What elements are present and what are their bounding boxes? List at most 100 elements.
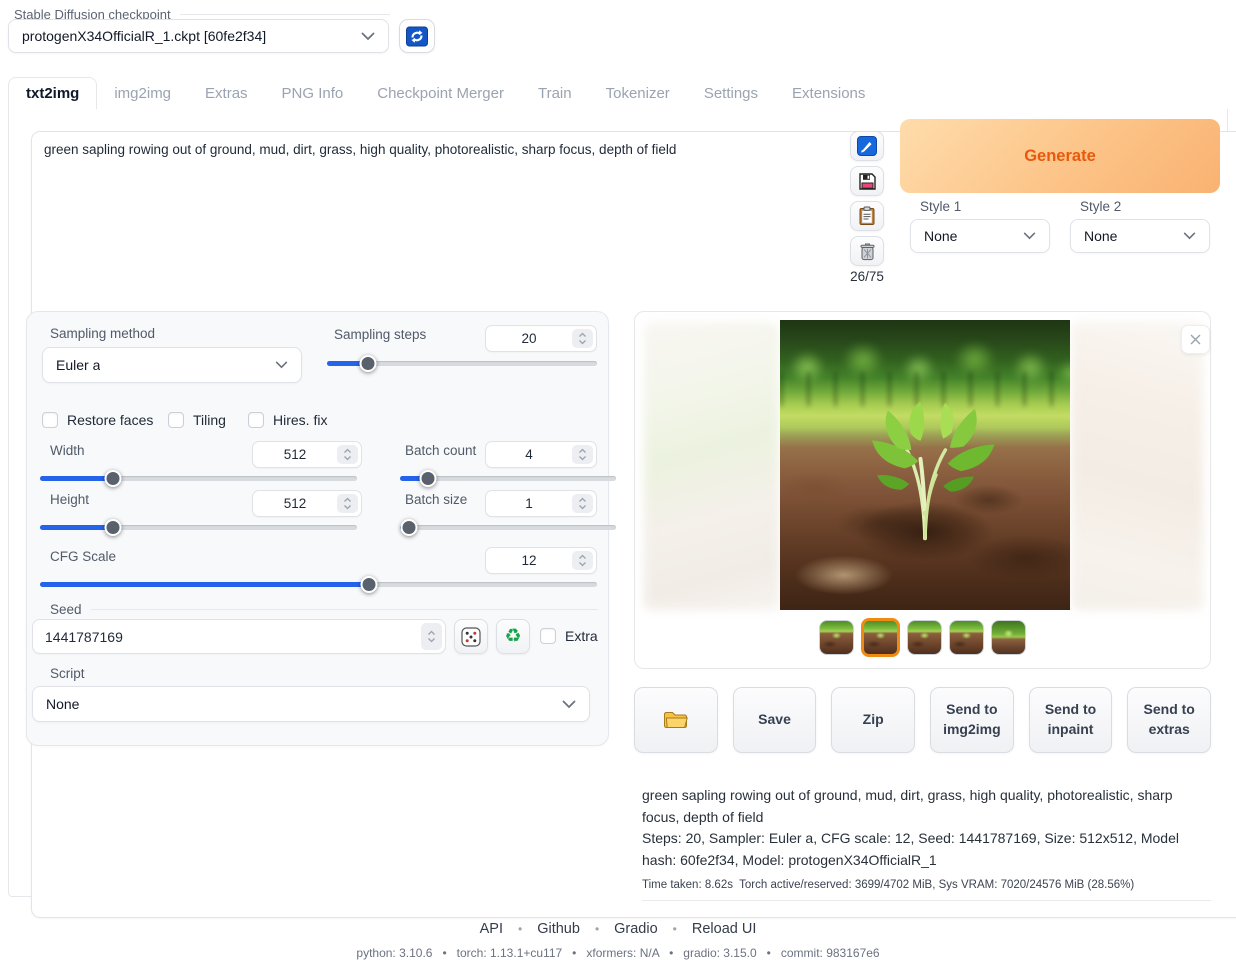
seed-label-row: Seed [50,602,598,617]
paste-generation-params-button[interactable] [850,131,884,161]
generated-image[interactable] [780,320,1070,610]
clear-prompt-button[interactable] [850,236,884,266]
slider-thumb[interactable] [104,519,121,536]
style1-dropdown[interactable]: None [910,219,1050,253]
height-input-box [252,490,362,517]
slider-thumb[interactable] [359,355,376,372]
hires-fix-checkbox-item[interactable]: Hires. fix [248,412,327,428]
sampling-steps-input-box [485,325,597,352]
thumbnail-5[interactable] [991,620,1026,655]
chevron-down-icon [1023,232,1036,240]
thumbnail-3[interactable] [907,620,942,655]
send-to-extras-button[interactable]: Send to extras [1127,687,1211,753]
tab-txt2img[interactable]: txt2img [8,77,97,111]
restore-faces-checkbox[interactable] [42,412,58,428]
footer-link-gradio[interactable]: Gradio [614,921,658,937]
thumbnail-4[interactable] [949,620,984,655]
footer-link-api[interactable]: API [480,921,503,937]
slider-thumb[interactable] [104,470,121,487]
seed-spinner[interactable] [421,623,442,650]
spinner-up-icon [427,630,436,636]
zip-button[interactable]: Zip [831,687,915,753]
tiling-checkbox-item[interactable]: Tiling [168,412,226,428]
reuse-seed-button[interactable]: ♻ [496,619,530,654]
tab-train[interactable]: Train [521,78,589,110]
style2-label: Style 2 [1080,199,1121,214]
batch-size-spinner[interactable] [572,494,593,513]
batch-size-input[interactable] [486,491,572,516]
spinner-up-icon [578,448,587,454]
checkpoint-dropdown[interactable]: protogenX34OfficialR_1.ckpt [60fe2f34] [8,19,389,53]
footer-link-github[interactable]: Github [537,921,580,937]
close-gallery-button[interactable] [1181,325,1210,354]
width-slider[interactable] [40,470,357,487]
seed-input[interactable] [33,620,421,653]
width-input[interactable] [253,442,337,467]
style1-value: None [924,228,957,244]
cfg-scale-slider[interactable] [40,576,597,593]
spinner-down-icon [343,455,352,461]
footer-links: API • Github • Gradio • Reload UI [0,921,1236,937]
info-prompt: green sapling rowing out of ground, mud,… [642,785,1211,828]
cfg-scale-input[interactable] [486,548,572,573]
sampling-method-label: Sampling method [50,326,155,341]
slider-thumb[interactable] [420,470,437,487]
tab-settings[interactable]: Settings [687,78,775,110]
height-spinner[interactable] [337,494,358,513]
random-seed-button[interactable] [454,619,488,654]
open-folder-button[interactable] [634,687,718,753]
chevron-down-icon [361,32,375,41]
save-button[interactable]: Save [733,687,817,753]
sampling-method-dropdown[interactable]: Euler a [42,347,302,383]
seed-label: Seed [50,602,82,617]
generation-settings-panel: Sampling method Euler a Sampling steps R… [26,311,609,746]
restore-faces-checkbox-item[interactable]: Restore faces [42,412,153,428]
spinner-down-icon [343,504,352,510]
folder-icon [663,710,689,730]
thumbnail-strip [635,618,1210,657]
tab-extensions[interactable]: Extensions [775,78,882,110]
send-to-inpaint-button[interactable]: Send to inpaint [1029,687,1113,753]
extra-seed-checkbox-item[interactable]: Extra [540,628,598,644]
tab-png-info[interactable]: PNG Info [265,78,361,110]
slider-thumb[interactable] [360,576,377,593]
generation-info: green sapling rowing out of ground, mud,… [642,785,1211,901]
sampling-steps-slider[interactable] [327,355,597,372]
height-input[interactable] [253,491,337,516]
sampling-steps-input[interactable] [486,326,572,351]
save-style-button[interactable] [850,166,884,196]
tiling-checkbox[interactable] [168,412,184,428]
width-label: Width [50,443,85,458]
batch-count-slider[interactable] [400,470,616,487]
hires-fix-checkbox[interactable] [248,412,264,428]
close-icon [1189,333,1202,346]
send-to-img2img-button[interactable]: Send to img2img [930,687,1014,753]
extra-seed-checkbox[interactable] [540,628,556,644]
batch-size-slider[interactable] [400,519,616,536]
width-spinner[interactable] [337,445,358,464]
gallery-preview-right [1072,322,1203,610]
tab-img2img[interactable]: img2img [97,78,188,110]
cfg-scale-input-box [485,547,597,574]
cfg-scale-spinner[interactable] [572,551,593,570]
apply-style-button[interactable] [850,201,884,231]
script-dropdown[interactable]: None [32,686,590,722]
footer-link-reload-ui[interactable]: Reload UI [692,921,756,937]
refresh-checkpoint-button[interactable] [399,19,435,53]
sampling-steps-spinner[interactable] [572,329,593,348]
height-slider[interactable] [40,519,357,536]
slider-thumb[interactable] [400,519,417,536]
tab-tokenizer[interactable]: Tokenizer [589,78,687,110]
style2-dropdown[interactable]: None [1070,219,1210,253]
batch-count-spinner[interactable] [572,445,593,464]
results-panel [634,311,1211,669]
batch-count-input[interactable] [486,442,572,467]
generate-button[interactable]: Generate [900,119,1220,193]
tab-extras[interactable]: Extras [188,78,265,110]
bullet-separator: • [673,922,677,936]
tab-checkpoint-merger[interactable]: Checkpoint Merger [360,78,521,110]
thumbnail-2-selected[interactable] [861,618,900,657]
spinner-up-icon [343,448,352,454]
script-label: Script [50,666,85,681]
thumbnail-1[interactable] [819,620,854,655]
